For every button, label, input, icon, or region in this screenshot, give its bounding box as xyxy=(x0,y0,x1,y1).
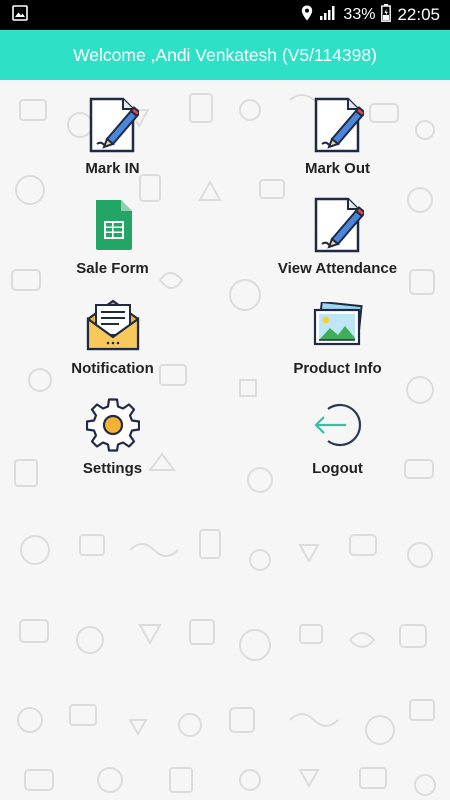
logout-button[interactable]: Logout xyxy=(225,396,450,496)
pencil-document-icon xyxy=(85,96,141,154)
status-bar-right: 33% 22:05 xyxy=(295,3,440,27)
clock: 22:05 xyxy=(397,5,440,24)
sale-form-button[interactable]: Sale Form xyxy=(0,196,225,296)
product-info-button[interactable]: Product Info xyxy=(225,296,450,396)
mark-in-button[interactable]: Mark IN xyxy=(0,96,225,196)
logout-label: Logout xyxy=(312,460,363,477)
dashboard-content: Mark IN Mark Out Sale Form View Attendan… xyxy=(0,80,450,800)
battery-percent: 33% xyxy=(343,6,376,23)
status-bar: 33% 22:05 xyxy=(0,0,450,30)
notification-button[interactable]: Notification xyxy=(0,296,225,396)
image-icon xyxy=(12,4,28,26)
mark-out-label: Mark Out xyxy=(304,160,370,177)
location-icon xyxy=(301,5,313,26)
view-attendance-button[interactable]: View Attendance xyxy=(225,196,450,296)
app-bar: Welcome ,Andi Venkatesh (V5/114398) xyxy=(0,30,450,80)
product-info-label: Product Info xyxy=(293,360,382,377)
status-bar-left xyxy=(12,4,28,26)
welcome-title: Welcome ,Andi Venkatesh (V5/114398) xyxy=(73,44,377,65)
view-attendance-label: View Attendance xyxy=(277,260,398,277)
menu-grid: Mark IN Mark Out Sale Form View Attendan… xyxy=(0,96,450,496)
picture-icon xyxy=(310,296,366,354)
logout-arrow-icon xyxy=(310,396,366,454)
google-sheets-icon xyxy=(85,196,141,254)
pencil-document-icon xyxy=(310,96,366,154)
settings-label: Settings xyxy=(82,460,143,477)
mark-in-label: Mark IN xyxy=(85,160,140,177)
settings-button[interactable]: Settings xyxy=(0,396,225,496)
pencil-document-icon xyxy=(310,196,366,254)
envelope-letter-icon xyxy=(85,296,141,354)
signal-icon xyxy=(319,5,337,26)
notification-label: Notification xyxy=(71,360,154,377)
mark-out-button[interactable]: Mark Out xyxy=(225,96,450,196)
gear-icon xyxy=(85,396,141,454)
sale-form-label: Sale Form xyxy=(76,260,149,277)
battery-icon xyxy=(381,3,392,27)
